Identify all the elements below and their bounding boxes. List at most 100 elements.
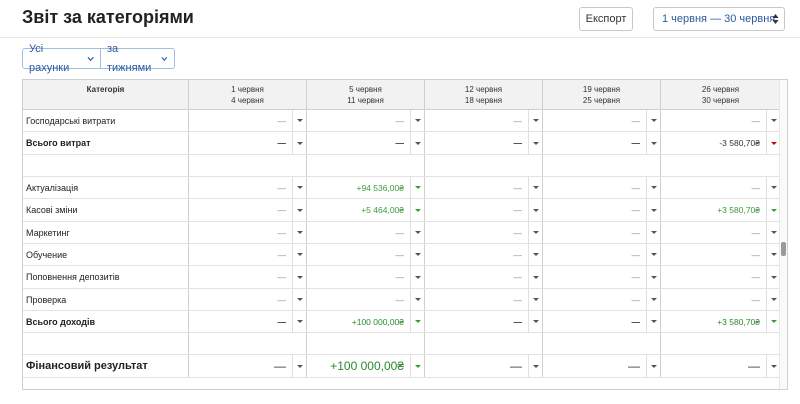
cell-dropdown-button[interactable] <box>292 289 306 310</box>
cell-dropdown-button[interactable] <box>646 266 660 288</box>
cell-dropdown-button[interactable] <box>292 355 306 377</box>
cell-dropdown-button[interactable] <box>766 132 780 154</box>
cell-dropdown-button[interactable] <box>292 266 306 288</box>
cell-dropdown-button[interactable] <box>410 289 424 310</box>
cell-dropdown-button[interactable] <box>410 244 424 265</box>
value-cell[interactable]: — <box>189 266 307 288</box>
cell-dropdown-button[interactable] <box>292 132 306 154</box>
cell-dropdown-button[interactable] <box>410 177 424 198</box>
value-cell[interactable]: — <box>189 110 307 131</box>
value-cell[interactable]: — <box>307 132 425 154</box>
value-cell[interactable]: — <box>543 266 661 288</box>
value-cell[interactable]: — <box>189 289 307 310</box>
cell-dropdown-button[interactable] <box>766 177 780 198</box>
cell-dropdown-button[interactable] <box>292 244 306 265</box>
value-cell[interactable]: — <box>661 266 781 288</box>
value-cell[interactable]: — <box>425 355 543 377</box>
cell-dropdown-button[interactable] <box>646 311 660 332</box>
value-cell[interactable]: — <box>425 266 543 288</box>
value-cell[interactable]: — <box>307 289 425 310</box>
cell-dropdown-button[interactable] <box>292 222 306 243</box>
value-cell[interactable]: — <box>307 222 425 243</box>
value-cell[interactable]: — <box>425 289 543 310</box>
cell-dropdown-button[interactable] <box>646 199 660 221</box>
value-cell[interactable]: — <box>425 244 543 265</box>
cell-dropdown-button[interactable] <box>528 199 542 221</box>
value-cell[interactable]: — <box>543 110 661 131</box>
value-cell[interactable]: — <box>307 244 425 265</box>
cell-dropdown-button[interactable] <box>528 132 542 154</box>
cell-dropdown-button[interactable] <box>410 199 424 221</box>
cell-dropdown-button[interactable] <box>410 266 424 288</box>
value-cell[interactable]: — <box>189 177 307 198</box>
value-cell[interactable]: +3 580,70₴ <box>661 199 781 221</box>
value-cell[interactable]: — <box>543 244 661 265</box>
value-cell[interactable]: +3 580,70₴ <box>661 311 781 332</box>
value-cell[interactable]: — <box>543 177 661 198</box>
cell-dropdown-button[interactable] <box>528 289 542 310</box>
cell-dropdown-button[interactable] <box>292 177 306 198</box>
cell-dropdown-button[interactable] <box>766 311 780 332</box>
cell-dropdown-button[interactable] <box>528 244 542 265</box>
value-cell[interactable]: — <box>543 199 661 221</box>
value-cell[interactable]: +94 536,00₴ <box>307 177 425 198</box>
value-cell[interactable]: — <box>543 132 661 154</box>
value-cell[interactable]: -3 580,70₴ <box>661 132 781 154</box>
accounts-filter-button[interactable]: Усі рахунки <box>22 43 101 74</box>
cell-dropdown-button[interactable] <box>766 266 780 288</box>
value-cell[interactable]: +5 464,00₴ <box>307 199 425 221</box>
cell-dropdown-button[interactable] <box>766 289 780 310</box>
cell-dropdown-button[interactable] <box>646 132 660 154</box>
cell-dropdown-button[interactable] <box>646 244 660 265</box>
value-cell[interactable]: — <box>543 289 661 310</box>
value-cell[interactable]: — <box>661 355 781 377</box>
cell-dropdown-button[interactable] <box>410 110 424 131</box>
cell-dropdown-button[interactable] <box>766 222 780 243</box>
value-cell[interactable]: — <box>661 244 781 265</box>
vertical-scrollbar[interactable] <box>779 80 787 389</box>
cell-dropdown-button[interactable] <box>528 177 542 198</box>
value-cell[interactable]: — <box>661 222 781 243</box>
cell-dropdown-button[interactable] <box>766 244 780 265</box>
value-cell[interactable]: — <box>425 222 543 243</box>
cell-dropdown-button[interactable] <box>646 355 660 377</box>
cell-dropdown-button[interactable] <box>528 311 542 332</box>
cell-dropdown-button[interactable] <box>292 311 306 332</box>
value-cell[interactable]: +100 000,00₴ <box>307 355 425 377</box>
cell-dropdown-button[interactable] <box>528 266 542 288</box>
value-cell[interactable]: — <box>661 110 781 131</box>
value-cell[interactable]: — <box>189 311 307 332</box>
cell-dropdown-button[interactable] <box>410 222 424 243</box>
scrollbar-thumb[interactable] <box>781 242 786 256</box>
cell-dropdown-button[interactable] <box>410 355 424 377</box>
cell-dropdown-button[interactable] <box>646 222 660 243</box>
cell-dropdown-button[interactable] <box>528 355 542 377</box>
value-cell[interactable]: — <box>425 177 543 198</box>
value-cell[interactable]: +100 000,00₴ <box>307 311 425 332</box>
cell-dropdown-button[interactable] <box>766 199 780 221</box>
cell-dropdown-button[interactable] <box>766 110 780 131</box>
value-cell[interactable]: — <box>189 355 307 377</box>
value-cell[interactable]: — <box>425 110 543 131</box>
value-cell[interactable]: — <box>543 222 661 243</box>
value-cell[interactable]: — <box>425 132 543 154</box>
value-cell[interactable]: — <box>543 355 661 377</box>
value-cell[interactable]: — <box>189 244 307 265</box>
value-cell[interactable]: — <box>307 266 425 288</box>
cell-dropdown-button[interactable] <box>528 110 542 131</box>
value-cell[interactable]: — <box>543 311 661 332</box>
cell-dropdown-button[interactable] <box>766 355 780 377</box>
cell-dropdown-button[interactable] <box>646 177 660 198</box>
cell-dropdown-button[interactable] <box>646 110 660 131</box>
value-cell[interactable]: — <box>189 132 307 154</box>
export-button[interactable]: Експорт <box>579 7 633 31</box>
cell-dropdown-button[interactable] <box>646 289 660 310</box>
period-filter-button[interactable]: за тижнями <box>101 43 175 74</box>
value-cell[interactable]: — <box>661 289 781 310</box>
value-cell[interactable]: — <box>425 311 543 332</box>
value-cell[interactable]: — <box>189 222 307 243</box>
value-cell[interactable]: — <box>661 177 781 198</box>
date-range-selector[interactable]: 1 червня — 30 червня <box>653 7 785 31</box>
cell-dropdown-button[interactable] <box>292 199 306 221</box>
value-cell[interactable]: — <box>425 199 543 221</box>
